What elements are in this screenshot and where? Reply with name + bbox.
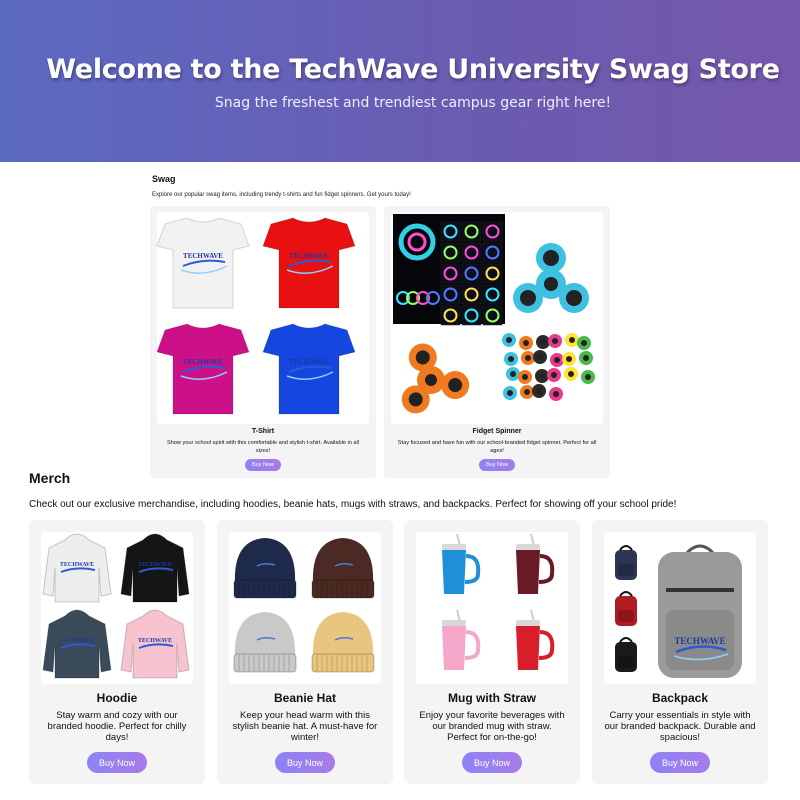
buy-now-button[interactable]: Buy Now [245,459,281,471]
product-description: Stay warm and cozy with our branded hood… [47,710,187,743]
svg-text:TECHWAVE: TECHWAVE [674,636,725,646]
product-card-beanie-hat: Beanie Hat Keep your head warm with this… [217,520,393,784]
svg-text:TECHWAVE: TECHWAVE [183,358,223,366]
svg-text:TECHWAVE: TECHWAVE [183,252,223,260]
product-card-hoodie: TECHWAVE TECHWAVE TECHWAVE TECHWAVE Hoodie … [29,520,205,784]
product-description: Show your school spirit with this comfor… [166,440,360,454]
buy-now-button[interactable]: Buy Now [87,752,147,773]
buy-now-button[interactable]: Buy Now [479,459,515,471]
mug-with-straw-image[interactable] [416,532,568,684]
svg-text:TECHWAVE: TECHWAVE [289,358,329,366]
hero-subtitle: Snag the freshest and trendiest campus g… [214,95,612,111]
fidget-spinner-image[interactable] [391,212,603,424]
product-description: Enjoy your favorite beverages with our b… [419,710,565,743]
product-description: Carry your essentials in style with our … [604,710,756,743]
swag-section-description: Explore our popular swag items, includin… [152,192,411,198]
svg-text:TECHWAVE: TECHWAVE [138,562,172,568]
hoodie-image[interactable]: TECHWAVE TECHWAVE TECHWAVE TECHWAVE [41,532,193,684]
product-name: Backpack [651,691,709,705]
hero-title: Welcome to the TechWave University Swag … [46,54,780,85]
tshirt-image[interactable]: TECHWAVE TECHWAVE TECHWAVE TECHWAVE [157,212,369,424]
product-name: Beanie Hat [273,691,337,705]
product-name: Mug with Straw [448,691,536,705]
backpack-image[interactable]: TECHWAVE [604,532,756,684]
svg-text:TECHWAVE: TECHWAVE [60,638,94,644]
merch-section-description: Check out our exclusive merchandise, inc… [29,499,677,510]
swag-section-title: Swag [152,174,176,184]
buy-now-button[interactable]: Buy Now [275,752,335,773]
svg-text:TECHWAVE: TECHWAVE [138,638,172,644]
product-name: Fidget Spinner [472,428,522,435]
svg-text:TECHWAVE: TECHWAVE [60,562,94,568]
product-description: Keep your head warm with this stylish be… [232,710,378,743]
svg-text:TECHWAVE: TECHWAVE [289,252,329,260]
product-card-tshirt: TECHWAVE TECHWAVE TECHWAVE TECHWAVE T-Shirt… [150,206,376,478]
hero-banner: Welcome to the TechWave University Swag … [0,0,800,162]
beanie-hat-image[interactable] [229,532,381,684]
buy-now-button[interactable]: Buy Now [650,752,710,773]
swag-section: Swag Explore our popular swag items, inc… [142,162,618,480]
product-card-fidget-spinner: Fidget Spinner Stay focused and have fun… [384,206,610,478]
product-name: Hoodie [96,691,138,705]
buy-now-button[interactable]: Buy Now [462,752,522,773]
product-name: T-Shirt [251,428,275,435]
product-card-mug-with-straw: Mug with Straw Enjoy your favorite bever… [404,520,580,784]
product-card-backpack: TECHWAVE Backpack Carry your essentials … [592,520,768,784]
product-description: Stay focused and have fun with our schoo… [397,440,597,454]
merch-section-title: Merch [29,470,71,486]
